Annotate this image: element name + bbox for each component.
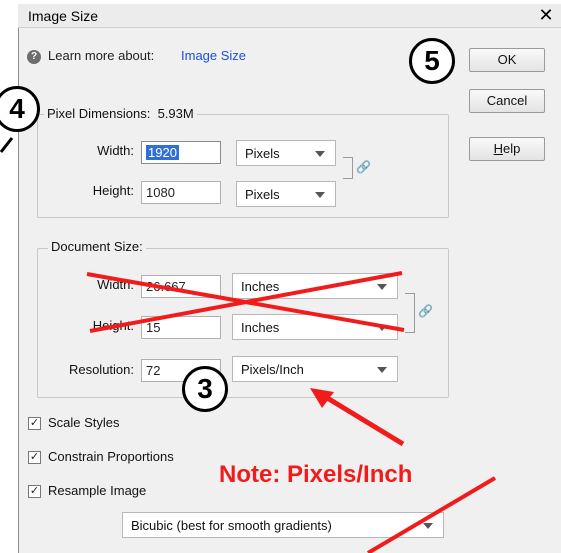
step-5-badge: 5: [409, 38, 455, 84]
note-annotation: Note: Pixels/Inch: [219, 461, 413, 488]
step-3-badge: 3: [182, 366, 228, 412]
arrow-shaft: [322, 393, 405, 447]
arrow-tail-line: [366, 476, 497, 553]
badge-4-pointer: [0, 137, 14, 153]
